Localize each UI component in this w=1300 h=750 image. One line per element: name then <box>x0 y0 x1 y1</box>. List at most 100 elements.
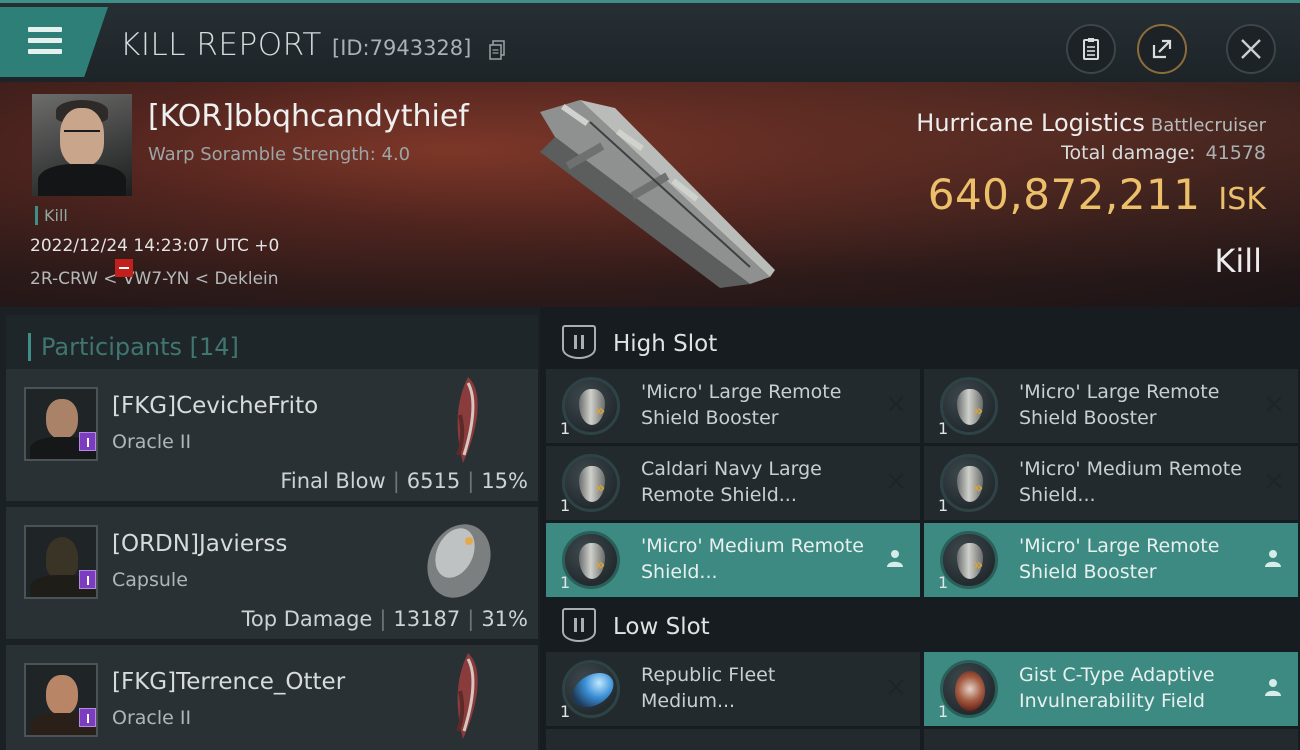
result-label: Kill <box>1214 242 1262 280</box>
module-name: 'Micro' Large Remote Shield Booster <box>1019 535 1220 583</box>
low-slot-icon <box>562 608 596 642</box>
participant-ship-image[interactable] <box>428 651 498 741</box>
module-quantity: 1 <box>560 419 571 438</box>
low-slot-title: Low Slot <box>613 614 710 640</box>
participant-damage: 13187 <box>393 607 461 631</box>
kill-id: [ID:7943328] <box>332 36 472 60</box>
participant-card[interactable]: [ORDN]Javierss Capsule Top Damage | 13187 |… <box>6 507 538 641</box>
module-name: 'Micro' Large Remote Shield Booster <box>1019 381 1220 429</box>
share-button[interactable] <box>1137 24 1187 74</box>
kill-report-window: KILL REPORT [ID:7943328] [KOR]bbqhcandyt… <box>0 0 1300 750</box>
close-icon <box>1241 39 1261 59</box>
participant-card[interactable]: [FKG]Terrence_Otter Oracle II <box>6 645 538 750</box>
module-quantity: 1 <box>560 496 571 515</box>
person-icon <box>887 550 903 567</box>
module-item[interactable]: » 1 'Micro' Large Remote Shield Booster <box>924 523 1298 597</box>
shield-booster-icon: » <box>562 531 620 589</box>
clipboard-button[interactable] <box>1066 24 1116 74</box>
participants-panel: Participants [14] [FKG]CevicheFrito Orac… <box>0 307 540 750</box>
module-name: Gist C-Type Adaptive Invulnerability Fie… <box>1019 664 1215 712</box>
high-slot-title: High Slot <box>613 331 718 357</box>
participant-percent: 31% <box>481 607 528 631</box>
destroyed-icon <box>888 473 904 489</box>
destroyed-icon <box>888 679 904 695</box>
participant-role: Top Damage <box>241 607 373 631</box>
person-icon <box>1265 550 1281 567</box>
module-item[interactable]: 1 Republic Fleet Medium... <box>546 652 920 726</box>
participant-damage: 6515 <box>406 469 461 493</box>
victim-ship-name[interactable]: Hurricane Logistics Battlecruiser <box>916 109 1266 137</box>
participants-count: [14] <box>189 333 239 361</box>
participant-name[interactable]: [FKG]CevicheFrito <box>112 393 318 419</box>
module-quantity: 1 <box>938 702 949 721</box>
participant-stats: Final Blow | 6515 | 15% <box>280 469 528 493</box>
victim-name[interactable]: [KOR]bbqhcandythief <box>148 99 469 134</box>
plating-icon <box>562 660 620 718</box>
participant-role: Final Blow <box>280 469 386 493</box>
participant-ship: Capsule <box>112 569 188 591</box>
module-item[interactable]: 1 Gist C-Type Adaptive Invulnerability F… <box>924 652 1298 726</box>
isk-value-row: 640,872,211 ISK <box>928 170 1266 219</box>
participant-ship: Oracle II <box>112 707 192 729</box>
menu-button[interactable] <box>0 7 108 77</box>
corp-badge-icon <box>79 708 96 727</box>
module-quantity: 1 <box>938 496 949 515</box>
destroyed-icon <box>1266 396 1282 412</box>
high-slot-icon <box>562 325 596 359</box>
isk-value: 640,872,211 <box>927 170 1201 219</box>
kill-location[interactable]: 2R-CRW < VW7-YN < Deklein <box>30 269 279 289</box>
module-name: 'Micro' Medium Remote Shield... <box>641 535 864 583</box>
module-name: 'Micro' Large Remote Shield Booster <box>641 381 842 429</box>
ship-class: Battlecruiser <box>1150 115 1266 136</box>
participant-card[interactable]: [FKG]CevicheFrito Oracle II Final Blow | 6… <box>6 369 538 503</box>
high-slot-header: High Slot <box>550 313 1300 373</box>
corp-badge-icon <box>79 570 96 589</box>
close-button[interactable] <box>1226 24 1276 74</box>
module-item[interactable]: » 1 'Micro' Large Remote Shield Booster <box>924 369 1298 443</box>
shield-booster-icon: » <box>562 454 620 512</box>
module-item[interactable]: » 1 'Micro' Large Remote Shield Booster <box>546 369 920 443</box>
participants-header: Participants [14] <box>6 315 538 373</box>
share-icon <box>1152 39 1172 59</box>
top-bar: KILL REPORT [ID:7943328] <box>0 0 1300 82</box>
destroyed-icon <box>888 396 904 412</box>
module-quantity: 1 <box>938 573 949 592</box>
victim-portrait[interactable] <box>32 94 132 196</box>
corp-badge-icon <box>79 432 96 451</box>
person-icon <box>1265 679 1281 696</box>
warp-scramble-strength: Warp Soramble Strength: 4.0 <box>148 144 411 165</box>
copy-icon[interactable] <box>489 40 505 60</box>
menu-icon <box>28 27 62 32</box>
ship-type: Hurricane Logistics <box>916 109 1145 137</box>
victim-ship-image[interactable] <box>520 92 790 292</box>
low-slot-header: Low Slot <box>550 596 1300 656</box>
kill-timestamp: 2022/12/24 14:23:07 UTC +0 <box>30 236 280 256</box>
module-item[interactable] <box>924 729 1298 750</box>
total-damage-label: Total damage: <box>1061 142 1196 164</box>
module-item[interactable]: » 1 'Micro' Medium Remote Shield... <box>924 446 1298 520</box>
participant-ship-image[interactable] <box>414 513 498 603</box>
kill-tag: Kill <box>35 206 68 225</box>
participant-name[interactable]: [ORDN]Javierss <box>112 531 287 557</box>
page-title: KILL REPORT <box>120 27 322 63</box>
total-damage: Total damage: 41578 <box>1061 142 1266 164</box>
module-item[interactable] <box>546 729 920 750</box>
standing-badge <box>115 259 133 277</box>
module-item[interactable]: » 1 'Micro' Medium Remote Shield... <box>546 523 920 597</box>
module-item[interactable]: » 1 Caldari Navy Large Remote Shield... <box>546 446 920 520</box>
victim-banner: [KOR]bbqhcandythief Warp Soramble Streng… <box>0 82 1300 307</box>
shield-booster-icon: » <box>940 377 998 435</box>
participants-title[interactable]: Participants [14] <box>28 333 239 361</box>
module-quantity: 1 <box>560 702 571 721</box>
module-name: Caldari Navy Large Remote Shield... <box>641 458 822 506</box>
participant-name[interactable]: [FKG]Terrence_Otter <box>112 669 345 695</box>
participant-stats: Top Damage | 13187 | 31% <box>241 607 528 631</box>
clipboard-icon <box>1083 38 1099 60</box>
fitting-panel: High Slot » 1 'Micro' Large Remote Shiel… <box>540 307 1300 750</box>
participant-ship-image[interactable] <box>428 375 498 465</box>
destroyed-icon <box>1266 473 1282 489</box>
module-name: 'Micro' Medium Remote Shield... <box>1019 458 1242 506</box>
invulnerability-field-icon <box>940 660 998 718</box>
participant-ship: Oracle II <box>112 431 192 453</box>
isk-unit: ISK <box>1218 182 1266 217</box>
